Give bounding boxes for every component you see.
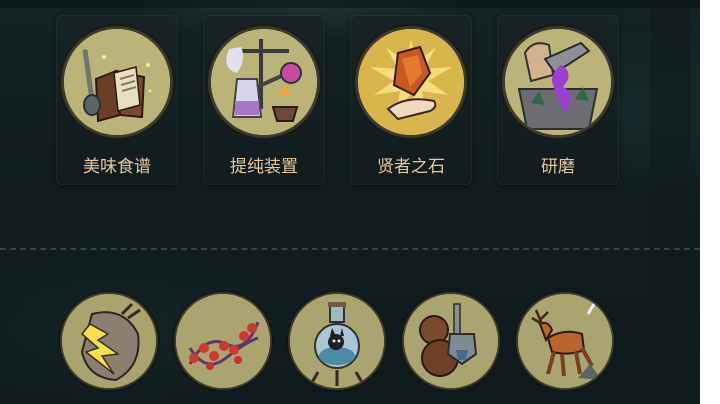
red-dna-helix-icon [176, 294, 270, 388]
card-label: 提纯装置 [230, 157, 298, 177]
philosopher-stone-icon [358, 29, 464, 135]
card-label: 研磨 [541, 157, 575, 177]
bottom-item-lightning-beast[interactable] [62, 294, 156, 388]
recipe-card-distillation[interactable]: 提纯装置 [204, 16, 324, 184]
card-label: 美味食谱 [83, 157, 151, 177]
bottom-item-dna-helix[interactable] [176, 294, 270, 388]
cookbook-icon [64, 29, 170, 135]
deer-icon [518, 294, 612, 388]
section-divider [0, 248, 700, 250]
grinding-icon [505, 29, 611, 135]
card-label: 贤者之石 [377, 157, 445, 177]
background-beam [0, 0, 700, 8]
bottom-item-creature-flask[interactable] [290, 294, 384, 388]
creature-in-flask-icon [290, 294, 384, 388]
mechanical-gourd-icon [404, 294, 498, 388]
bottom-item-mechanical-gourd[interactable] [404, 294, 498, 388]
background-pillar [650, 0, 690, 404]
recipe-card-philosopher-stone[interactable]: 贤者之石 [351, 16, 471, 184]
screen-edge [700, 0, 720, 404]
recipe-card-grinding[interactable]: 研磨 [498, 16, 618, 184]
bottom-item-deer[interactable] [518, 294, 612, 388]
game-panel: 美味食谱 提纯装置 贤者之石 研磨 [0, 0, 700, 404]
distillation-apparatus-icon [211, 29, 317, 135]
lightning-beast-icon [62, 294, 156, 388]
recipe-card-cookbook[interactable]: 美味食谱 [57, 16, 177, 184]
